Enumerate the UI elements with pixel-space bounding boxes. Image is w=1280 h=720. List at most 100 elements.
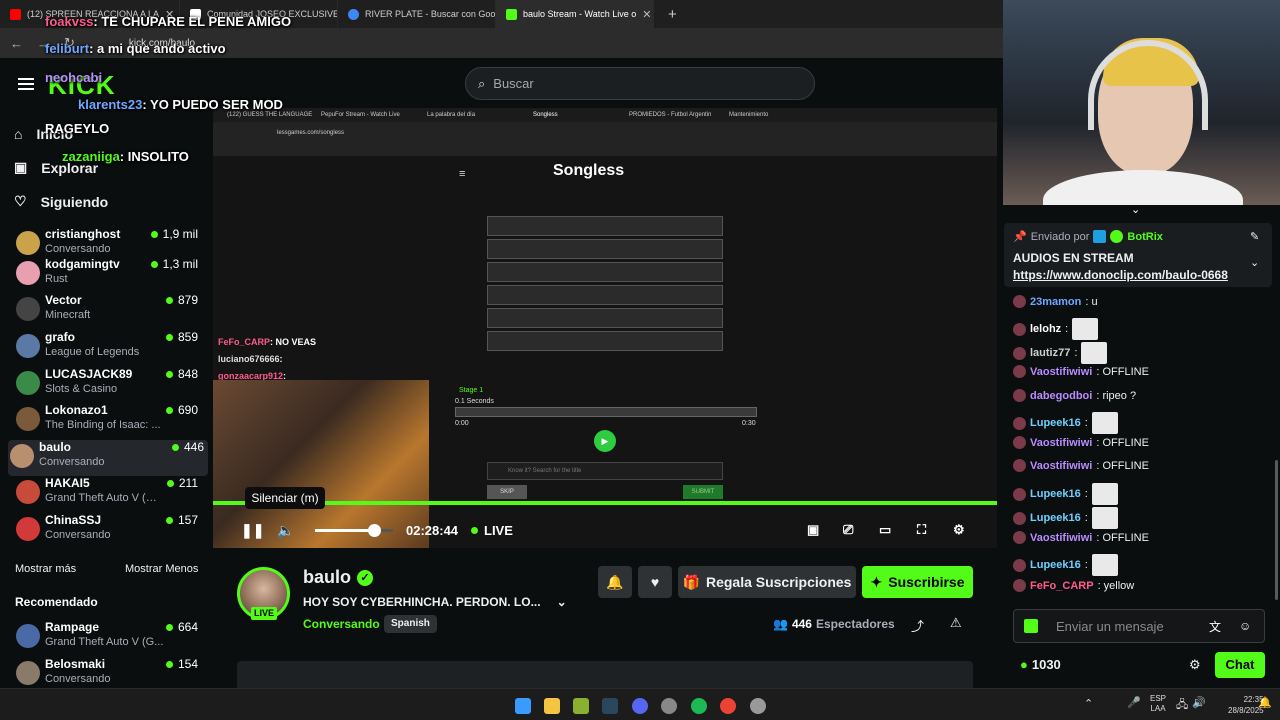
viewer-count: 👥 446 Espectadores	[773, 617, 895, 631]
pinned-header: 📌 Enviado por BotRix	[1013, 230, 1163, 243]
steam-icon[interactable]	[602, 698, 618, 714]
volume-knob[interactable]	[367, 524, 381, 537]
collapse-chevron-icon[interactable]: ⌄	[1131, 203, 1140, 216]
channel-points[interactable]: ● 1030	[1020, 657, 1061, 672]
fullscreen-icon[interactable]: ⛶	[917, 522, 926, 538]
gift-icon[interactable]	[1024, 619, 1038, 633]
sidebar-channel[interactable]: Vector Minecraft 879	[14, 293, 202, 329]
show-more-button[interactable]: Mostrar más	[15, 563, 76, 575]
hide-pin-icon[interactable]: ✎	[1250, 230, 1259, 243]
minecraft-icon[interactable]	[573, 698, 589, 714]
language-tag[interactable]: Spanish	[384, 615, 437, 633]
nav-following[interactable]: ♡ Siguiendo	[14, 193, 108, 210]
emoji-icon[interactable]: ☺	[1239, 619, 1251, 633]
browser-tab[interactable]: RIVER PLATE - Buscar con Goo✕	[338, 0, 496, 28]
chevron-down-icon[interactable]: ⌄	[557, 595, 567, 609]
gift-subs-button[interactable]: 🎁 Regala Suscripciones	[678, 566, 856, 598]
report-icon[interactable]: ⚠	[950, 615, 962, 631]
chat-input-box[interactable]: Enviar un mensaje 文 ☺	[1013, 609, 1265, 643]
show-less-button[interactable]: Mostrar Menos	[125, 563, 198, 575]
song-progress-track	[455, 407, 757, 417]
browser-tab-active[interactable]: baulo Stream - Watch Live o ✕	[496, 0, 654, 28]
obs-icon[interactable]	[661, 698, 677, 714]
chat-username[interactable]: dabegodboi	[1030, 390, 1092, 402]
channel-viewers: 859	[165, 330, 198, 344]
chat-username[interactable]: lelohz	[1030, 323, 1061, 335]
search-bar[interactable]: ⌕ Buscar	[465, 67, 815, 100]
songless-menu-icon: ≡	[459, 168, 466, 180]
sidebar-channel[interactable]: baulo Conversando 446	[8, 440, 208, 476]
live-progress-bar[interactable]	[213, 501, 997, 505]
chat-scrollbar[interactable]	[1275, 460, 1278, 600]
start-windows-icon[interactable]	[515, 698, 531, 714]
channel-avatar	[16, 371, 40, 395]
chat-message: Vaostifiwiwi : OFFLINE	[1013, 436, 1149, 449]
chat-username[interactable]: FeFo_CARP	[1030, 580, 1094, 592]
file-explorer-icon[interactable]	[544, 698, 560, 714]
send-chat-button[interactable]: Chat	[1215, 652, 1265, 678]
mic-icon[interactable]: 🎤	[1127, 696, 1141, 709]
sidebar-channel[interactable]: LUCASJACK89 Slots & Casino 848	[14, 367, 202, 403]
speaker-icon[interactable]: 🔊	[1192, 696, 1206, 709]
video-player[interactable]: (122) GUESS THE LANGUAGE PepuFor Stream …	[213, 108, 997, 548]
chat-username[interactable]: Vaostifiwiwi	[1030, 532, 1092, 544]
chat-username[interactable]: Vaostifiwiwi	[1030, 460, 1092, 472]
search-input[interactable]: Buscar	[493, 76, 533, 91]
new-tab-button[interactable]: +	[654, 6, 677, 23]
stream-category[interactable]: Conversando	[303, 617, 380, 631]
clip-icon[interactable]: ⎚	[843, 522, 853, 538]
share-icon[interactable]: ⤴	[911, 616, 924, 635]
language-indicator[interactable]: ESP LAA	[1150, 694, 1166, 714]
sidebar-channel[interactable]: ChinaSSJ Conversando 157	[14, 513, 202, 549]
streamer-name[interactable]: baulo ✓	[303, 567, 373, 588]
discord-icon[interactable]	[632, 698, 648, 714]
pause-button[interactable]: ❚❚	[241, 522, 264, 539]
expand-pinned-icon[interactable]: ⌄	[1250, 256, 1259, 269]
chat-username[interactable]: Vaostifiwiwi	[1030, 366, 1092, 378]
settings-gear-icon[interactable]: ⚙	[953, 522, 965, 538]
volume-slider[interactable]	[315, 524, 393, 537]
follow-heart-button[interactable]: ♥	[638, 566, 672, 598]
close-tab-icon[interactable]: ✕	[642, 8, 651, 21]
sidebar-channel[interactable]: kodgamingtv Rust 1,3 mil	[14, 257, 202, 293]
guess-slot	[487, 239, 723, 259]
back-icon[interactable]: ←	[10, 36, 23, 51]
sidebar-channel[interactable]: HAKAI5 Grand Theft Auto V (GT... 211	[14, 476, 202, 512]
pinned-message: 📌 Enviado por BotRix ✎ AUDIOS EN STREAM …	[1004, 223, 1272, 287]
pinned-link[interactable]: https://www.donoclip.com/baulo-0668	[1013, 268, 1228, 282]
notification-bell-icon[interactable]: 🔔	[1258, 696, 1272, 709]
mini-player-icon[interactable]: ▭	[879, 522, 891, 538]
settings-app-icon[interactable]	[750, 698, 766, 714]
channel-category: Slots & Casino	[45, 383, 118, 395]
chat-username[interactable]: Lupeek16	[1030, 417, 1081, 429]
chrome-icon[interactable]	[720, 698, 736, 714]
spotify-icon[interactable]	[691, 698, 707, 714]
subscribe-button[interactable]: ✦ Suscribirse	[862, 566, 973, 598]
chat-username[interactable]: Lupeek16	[1030, 512, 1081, 524]
guess-slot	[487, 285, 723, 305]
chat-username[interactable]: Vaostifiwiwi	[1030, 437, 1092, 449]
menu-icon[interactable]	[18, 78, 34, 90]
network-icon[interactable]: 🖧	[1176, 696, 1188, 715]
volume-icon[interactable]: 🔈	[277, 522, 294, 539]
notification-bell-button[interactable]: 🔔	[598, 566, 632, 598]
theater-mode-icon[interactable]: ▣	[807, 522, 819, 538]
chat-input[interactable]: Enviar un mensaje	[1056, 619, 1164, 634]
captured-tab: PepuFor Stream - Watch Live	[321, 112, 400, 118]
channel-category: Conversando	[45, 673, 111, 685]
chat-message: Vaostifiwiwi : OFFLINE	[1013, 459, 1149, 472]
chat-username[interactable]: lautiz77	[1030, 347, 1070, 359]
sidebar-channel[interactable]: grafo League of Legends 859	[14, 330, 202, 366]
live-badge: LIVE	[251, 607, 277, 620]
chat-username[interactable]: Lupeek16	[1030, 488, 1081, 500]
tray-chevron-icon[interactable]: ⌃	[1084, 697, 1093, 710]
live-dot	[165, 516, 173, 524]
heart-icon: ♥	[650, 574, 660, 590]
sidebar-channel[interactable]: Lokonazo1 The Binding of Isaac: ... 690	[14, 403, 202, 439]
bell-icon: 🔔	[606, 573, 624, 590]
chat-username[interactable]: Lupeek16	[1030, 559, 1081, 571]
translate-icon[interactable]: 文	[1209, 618, 1221, 635]
chat-username[interactable]: 23mamon	[1030, 296, 1081, 308]
recommended-channel[interactable]: Rampage Grand Theft Auto V (G... 664	[14, 620, 202, 656]
chat-settings-gear-icon[interactable]: ⚙	[1189, 657, 1201, 673]
